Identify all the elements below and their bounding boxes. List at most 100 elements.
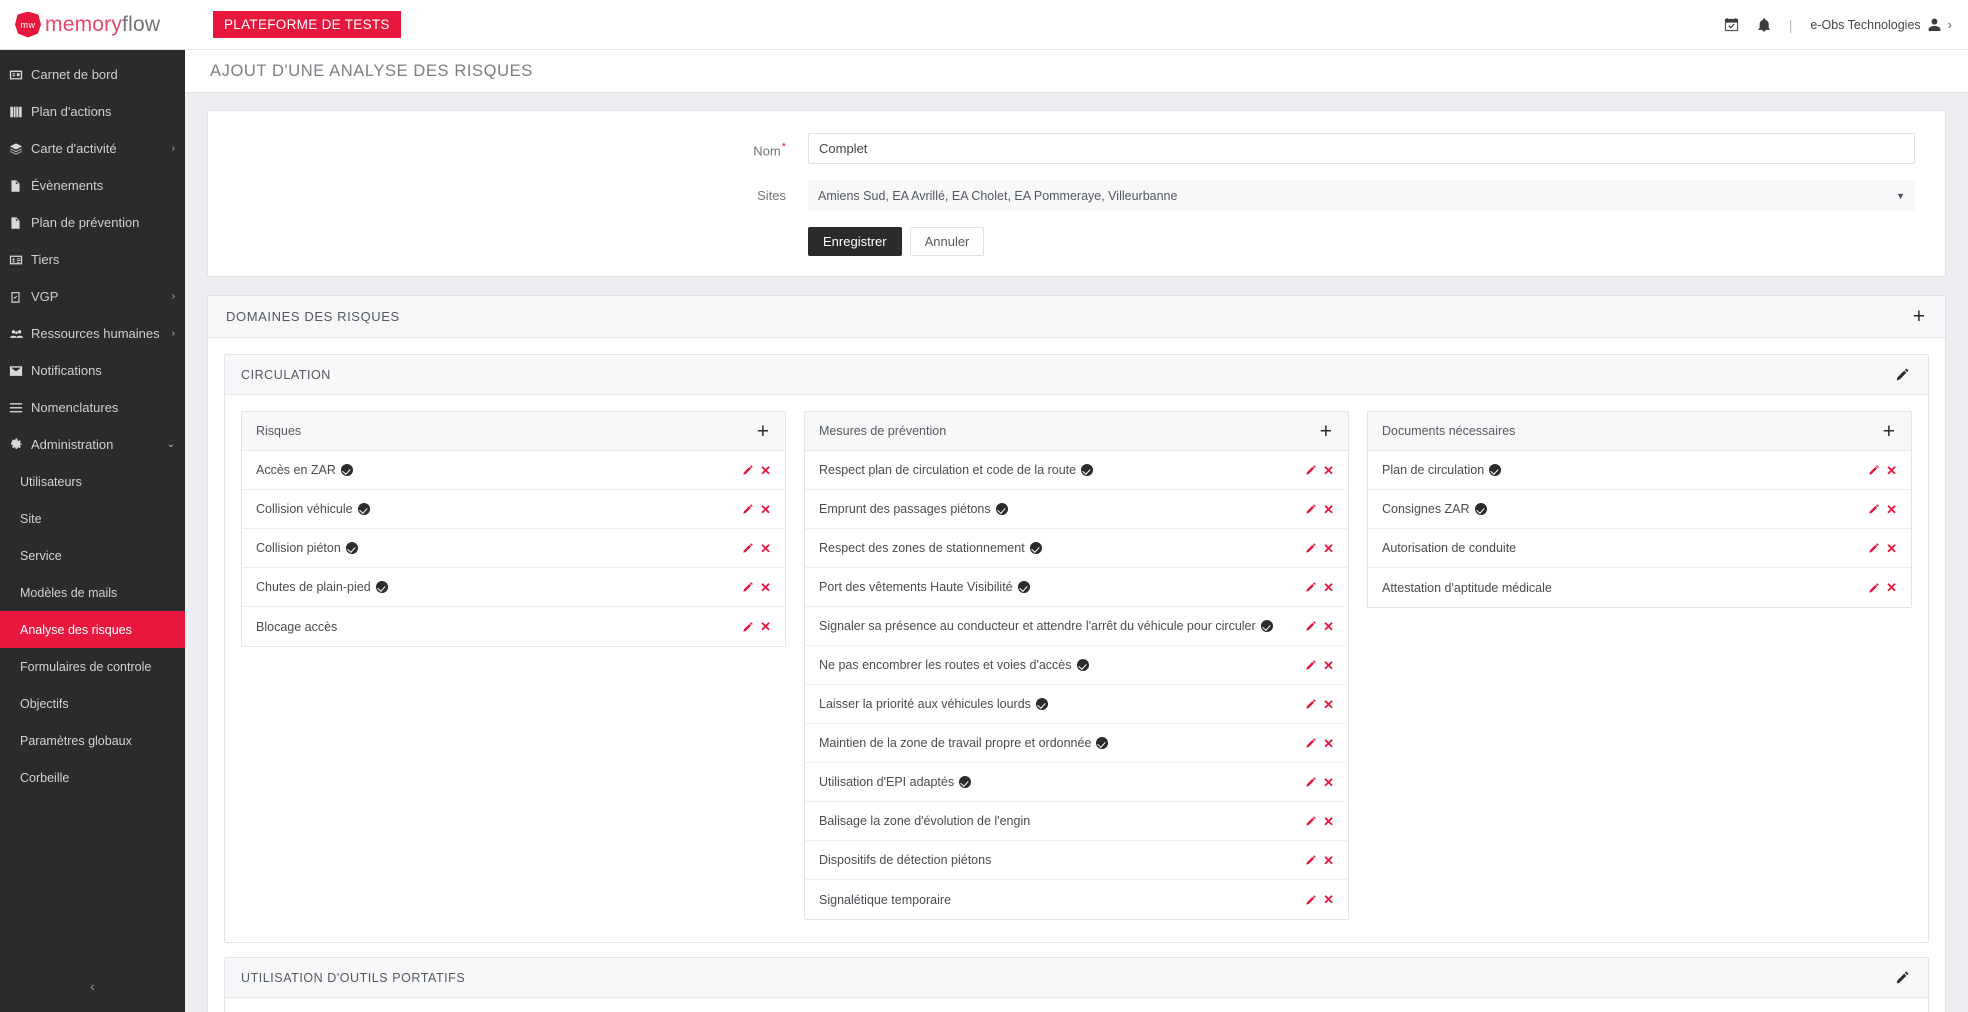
delete-icon[interactable]: ✕ (1323, 542, 1334, 555)
edit-icon[interactable] (1305, 698, 1317, 710)
edit-icon[interactable] (1868, 542, 1880, 554)
delete-icon[interactable]: ✕ (1323, 503, 1334, 516)
list-item[interactable]: Laisser la priorité aux véhicules lourds… (805, 685, 1348, 724)
list-item[interactable]: Emprunt des passages piétons ✕ (805, 490, 1348, 529)
delete-icon[interactable]: ✕ (1323, 854, 1334, 867)
sidebar-item-vgp[interactable]: VGP › (0, 278, 185, 315)
edit-icon[interactable] (1305, 620, 1317, 632)
sidebar-item-service[interactable]: Service (0, 537, 185, 574)
edit-icon[interactable] (1305, 464, 1317, 476)
delete-icon[interactable]: ✕ (1323, 659, 1334, 672)
list-item[interactable]: Consignes ZAR ✕ (1368, 490, 1911, 529)
sidebar-item-notifications[interactable]: Notifications (0, 352, 185, 389)
edit-domain-button[interactable] (1895, 367, 1910, 382)
edit-icon[interactable] (1305, 581, 1317, 593)
edit-icon[interactable] (1868, 503, 1880, 515)
add-mesure-button[interactable]: + (1320, 421, 1332, 442)
list-item[interactable]: Collision véhicule ✕ (242, 490, 785, 529)
delete-icon[interactable]: ✕ (1323, 737, 1334, 750)
edit-icon[interactable] (1305, 542, 1317, 554)
save-button[interactable]: Enregistrer (808, 227, 902, 256)
sidebar-item-carte-dactivite[interactable]: Carte d'activité › (0, 130, 185, 167)
sidebar-item-carnet-de-bord[interactable]: Carnet de bord (0, 56, 185, 93)
bell-icon[interactable] (1757, 17, 1771, 32)
delete-icon[interactable]: ✕ (760, 503, 771, 516)
sidebar-item-nomenclatures[interactable]: Nomenclatures (0, 389, 185, 426)
sidebar-item-parametres-globaux[interactable]: Paramètres globaux (0, 722, 185, 759)
delete-icon[interactable]: ✕ (1323, 776, 1334, 789)
sidebar-item-corbeille[interactable]: Corbeille (0, 759, 185, 796)
edit-icon[interactable] (1305, 503, 1317, 515)
delete-icon[interactable]: ✕ (1886, 542, 1897, 555)
edit-icon[interactable] (742, 581, 754, 593)
edit-icon[interactable] (1305, 815, 1317, 827)
list-item[interactable]: Port des vêtements Haute Visibilité ✕ (805, 568, 1348, 607)
user-menu[interactable]: e-Obs Technologies › (1810, 17, 1952, 32)
calendar-check-icon[interactable] (1724, 17, 1739, 32)
domain-circulation: CIRCULATION Risques + Accès en ZAR ✕ Col… (224, 354, 1929, 943)
edit-icon[interactable] (742, 542, 754, 554)
nom-input[interactable] (808, 133, 1915, 164)
list-item[interactable]: Maintien de la zone de travail propre et… (805, 724, 1348, 763)
edit-icon[interactable] (1305, 854, 1317, 866)
sidebar-item-administration[interactable]: Administration ⌄ (0, 426, 185, 463)
list-item[interactable]: Signaler sa présence au conducteur et at… (805, 607, 1348, 646)
edit-icon[interactable] (1868, 582, 1880, 594)
edit-icon[interactable] (742, 621, 754, 633)
delete-icon[interactable]: ✕ (760, 542, 771, 555)
delete-icon[interactable]: ✕ (1323, 581, 1334, 594)
delete-icon[interactable]: ✕ (1323, 698, 1334, 711)
sidebar-item-modeles-de-mails[interactable]: Modèles de mails (0, 574, 185, 611)
sidebar-item-objectifs[interactable]: Objectifs (0, 685, 185, 722)
delete-icon[interactable]: ✕ (1886, 581, 1897, 594)
add-risque-button[interactable]: + (757, 421, 769, 442)
sidebar-item-utilisateurs[interactable]: Utilisateurs (0, 463, 185, 500)
sidebar-item-site[interactable]: Site (0, 500, 185, 537)
delete-icon[interactable]: ✕ (760, 464, 771, 477)
sidebar-item-analyse-des-risques[interactable]: Analyse des risques (0, 611, 185, 648)
sidebar-item-ressources-humaines[interactable]: Ressources humaines › (0, 315, 185, 352)
sidebar-item-tiers[interactable]: Tiers (0, 241, 185, 278)
validated-check-icon (1081, 464, 1094, 476)
sidebar-item-evenements[interactable]: Évènements (0, 167, 185, 204)
edit-icon[interactable] (1305, 659, 1317, 671)
delete-icon[interactable]: ✕ (1886, 464, 1897, 477)
edit-icon[interactable] (1305, 737, 1317, 749)
delete-icon[interactable]: ✕ (1323, 620, 1334, 633)
sidebar-item-plan-de-prevention[interactable]: Plan de prévention (0, 204, 185, 241)
delete-icon[interactable]: ✕ (1323, 464, 1334, 477)
sidebar-item-formulaires-de-controle[interactable]: Formulaires de controle (0, 648, 185, 685)
list-item[interactable]: Attestation d'aptitude médicale ✕ (1368, 568, 1911, 607)
list-item[interactable]: Signalétique temporaire ✕ (805, 880, 1348, 919)
list-item[interactable]: Respect des zones de stationnement ✕ (805, 529, 1348, 568)
delete-icon[interactable]: ✕ (1886, 503, 1897, 516)
list-item[interactable]: Dispositifs de détection piétons ✕ (805, 841, 1348, 880)
list-item[interactable]: Blocage accès ✕ (242, 607, 785, 646)
add-domain-button[interactable]: + (1913, 306, 1925, 327)
list-item[interactable]: Respect plan de circulation et code de l… (805, 451, 1348, 490)
delete-icon[interactable]: ✕ (760, 581, 771, 594)
list-item[interactable]: Plan de circulation ✕ (1368, 451, 1911, 490)
delete-icon[interactable]: ✕ (1323, 815, 1334, 828)
edit-icon[interactable] (1868, 464, 1880, 476)
delete-icon[interactable]: ✕ (1323, 893, 1334, 906)
list-item[interactable]: Ne pas encombrer les routes et voies d'a… (805, 646, 1348, 685)
list-item[interactable]: Collision piéton ✕ (242, 529, 785, 568)
sidebar-item-plan-dactions[interactable]: Plan d'actions (0, 93, 185, 130)
add-document-button[interactable]: + (1883, 421, 1895, 442)
cancel-button[interactable]: Annuler (909, 227, 985, 256)
sidebar-collapse-button[interactable]: ‹ (0, 960, 185, 1012)
list-item[interactable]: Chutes de plain-pied ✕ (242, 568, 785, 607)
edit-domain-button[interactable] (1895, 970, 1910, 985)
list-item[interactable]: Accès en ZAR ✕ (242, 451, 785, 490)
app-logo[interactable]: mw memoryflow (0, 11, 185, 38)
edit-icon[interactable] (1305, 776, 1317, 788)
edit-icon[interactable] (742, 503, 754, 515)
list-item[interactable]: Autorisation de conduite ✕ (1368, 529, 1911, 568)
edit-icon[interactable] (742, 464, 754, 476)
edit-icon[interactable] (1305, 894, 1317, 906)
delete-icon[interactable]: ✕ (760, 620, 771, 633)
list-item[interactable]: Utilisation d'EPI adaptés ✕ (805, 763, 1348, 802)
list-item[interactable]: Balisage la zone d'évolution de l'engin … (805, 802, 1348, 841)
sites-select[interactable]: Amiens Sud, EA Avrillé, EA Cholet, EA Po… (808, 180, 1915, 211)
